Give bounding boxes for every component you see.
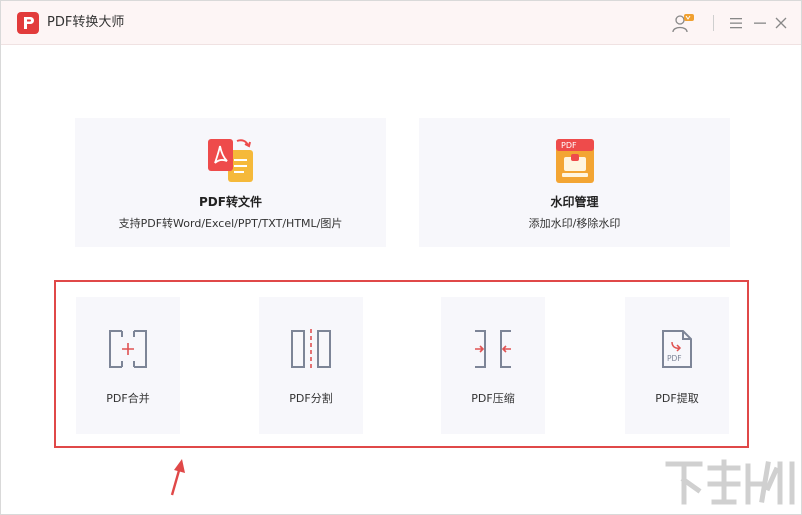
watermark-title: 水印管理 [550, 195, 599, 209]
pdf-convert-icon [204, 137, 258, 189]
watermark-card[interactable]: PDF 水印管理 添加水印/移除水印 [419, 118, 730, 247]
pdf-extract-card[interactable]: PDF PDF提取 [625, 297, 729, 434]
minimize-icon[interactable] [753, 15, 767, 31]
merge-icon [108, 329, 148, 373]
split-icon [291, 329, 331, 373]
title-bar: PDF转换大师 [1, 1, 801, 45]
compress-icon [473, 329, 513, 373]
user-vip-icon[interactable] [670, 12, 696, 34]
extract-tag-text: PDF [667, 354, 682, 363]
watermark-tag-text: PDF [561, 141, 577, 150]
pdf-to-file-card[interactable]: PDF转文件 支持PDF转Word/Excel/PPT/TXT/HTML/图片 [75, 118, 386, 247]
titlebar-separator [713, 15, 714, 31]
app-title: PDF转换大师 [47, 15, 125, 30]
menu-icon[interactable] [729, 15, 743, 31]
pdf-compress-label: PDF压缩 [471, 392, 515, 405]
pdf-extract-label: PDF提取 [655, 392, 699, 405]
pdf-split-label: PDF分割 [289, 392, 333, 405]
pdf-to-file-title: PDF转文件 [199, 195, 262, 209]
close-icon[interactable] [774, 15, 788, 31]
pdf-compress-card[interactable]: PDF压缩 [441, 297, 545, 434]
pdf-to-file-desc: 支持PDF转Word/Excel/PPT/TXT/HTML/图片 [118, 217, 343, 230]
site-watermark-logo [664, 458, 796, 510]
watermark-stamp-icon: PDF [554, 137, 596, 189]
annotation-arrow-icon [167, 457, 189, 501]
app-window: PDF转换大师 PDF转文件 支持PDF转Word/Excel/PPT/TXT/… [0, 0, 802, 515]
pdf-split-card[interactable]: PDF分割 [259, 297, 363, 434]
extract-file-icon: PDF [657, 329, 697, 373]
pdf-merge-card[interactable]: PDF合并 [76, 297, 180, 434]
pdf-logo-icon [17, 12, 39, 34]
watermark-desc: 添加水印/移除水印 [528, 217, 621, 230]
pdf-merge-label: PDF合并 [106, 392, 150, 405]
